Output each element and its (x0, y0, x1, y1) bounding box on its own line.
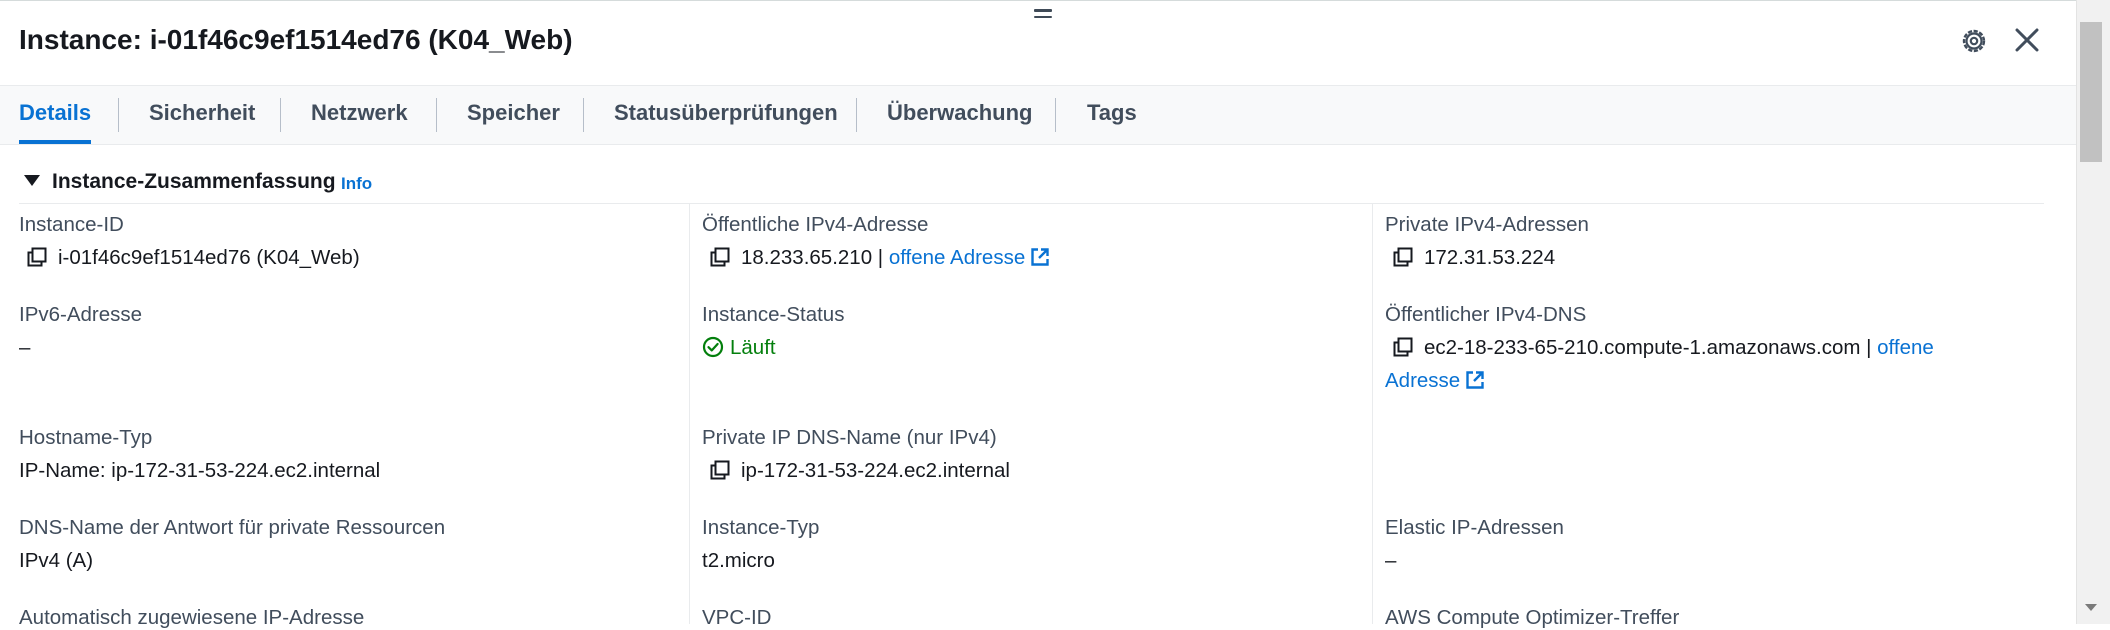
copy-icon[interactable] (709, 459, 731, 481)
tab-divider (1055, 98, 1056, 132)
private-dns-text: ip-172-31-53-224.ec2.internal (741, 459, 1010, 482)
private-ipv4-label: Private IPv4-Adressen (1385, 213, 1589, 236)
tab-bar: Details Sicherheit Netzwerk Speicher Sta… (0, 86, 2076, 145)
close-button[interactable] (2011, 24, 2043, 56)
ipv6-value: – (19, 336, 31, 359)
section-title: Instance-Zusammenfassung (52, 170, 336, 193)
tab-divider (280, 98, 281, 132)
copy-icon[interactable] (1392, 246, 1414, 268)
public-ipv4-label: Öffentliche IPv4-Adresse (702, 213, 929, 236)
instance-type-label: Instance-Typ (702, 516, 820, 539)
instance-id-label: Instance-ID (19, 213, 124, 236)
instance-id-text: i-01f46c9ef1514ed76 (K04_Web) (58, 246, 360, 269)
tab-divider (856, 98, 857, 132)
optimizer-label: AWS Compute Optimizer-Treffer (1385, 606, 1680, 629)
tab-divider (436, 98, 437, 132)
section-header-toggle[interactable]: Instance-Zusammenfassung (24, 170, 336, 194)
copy-icon[interactable] (709, 246, 731, 268)
copy-icon[interactable] (26, 246, 48, 268)
open-address-link[interactable]: offene (1877, 336, 1934, 359)
public-ipv4-value: 18.233.65.210 | offene Adresse (709, 246, 1051, 270)
status-check-icon (702, 336, 724, 357)
public-dns-label: Öffentlicher IPv4-DNS (1385, 303, 1587, 326)
close-icon (2015, 28, 2039, 52)
gear-icon (1962, 29, 1986, 53)
instance-type-value: t2.micro (702, 549, 775, 572)
tab-monitoring[interactable]: Überwachung (887, 86, 1032, 144)
private-ipv4-text: 172.31.53.224 (1424, 246, 1556, 269)
external-link-icon[interactable] (1029, 246, 1051, 268)
elastic-ip-value: – (1385, 549, 1397, 572)
scroll-down-arrow-icon[interactable] (2085, 604, 2097, 611)
tab-statuschecks[interactable]: Statusüberprüfungen (614, 86, 838, 144)
public-ipv4-text: 18.233.65.210 | (741, 246, 884, 269)
tab-netzwerk[interactable]: Netzwerk (311, 86, 408, 144)
public-dns-link-continued: Adresse (1385, 369, 1486, 393)
public-dns-text: ec2-18-233-65-210.compute-1.amazonaws.co… (1424, 336, 1872, 359)
private-dns-value: ip-172-31-53-224.ec2.internal (709, 459, 1010, 483)
instance-status-text: Läuft (730, 336, 776, 359)
hostname-type-label: Hostname-Typ (19, 426, 153, 449)
divider (19, 203, 2044, 204)
instance-status-label: Instance-Status (702, 303, 845, 326)
dns-answer-value: IPv4 (A) (19, 549, 94, 572)
tab-divider (583, 98, 584, 132)
vpc-id-label: VPC-ID (702, 606, 772, 629)
instance-status-value: Läuft (702, 336, 776, 360)
tab-divider (118, 98, 119, 132)
elastic-ip-label: Elastic IP-Adressen (1385, 516, 1564, 539)
info-link[interactable]: Info (341, 174, 372, 194)
tab-speicher[interactable]: Speicher (467, 86, 560, 144)
dns-answer-label: DNS-Name der Antwort für private Ressour… (19, 516, 446, 539)
column-divider (689, 204, 690, 624)
instance-id-value: i-01f46c9ef1514ed76 (K04_Web) (26, 246, 360, 270)
page-title: Instance: i-01f46c9ef1514ed76 (K04_Web) (19, 24, 573, 55)
hostname-type-value: IP-Name: ip-172-31-53-224.ec2.internal (19, 459, 381, 482)
private-dns-label: Private IP DNS-Name (nur IPv4) (702, 426, 997, 449)
external-link-icon[interactable] (1464, 369, 1486, 391)
tab-tags[interactable]: Tags (1087, 86, 1137, 144)
private-ipv4-value: 172.31.53.224 (1392, 246, 1555, 270)
auto-ip-label: Automatisch zugewiesene IP-Adresse (19, 606, 365, 629)
open-address-link[interactable]: offene Adresse (889, 246, 1025, 269)
caret-down-icon (24, 174, 40, 186)
public-dns-value: ec2-18-233-65-210.compute-1.amazonaws.co… (1392, 336, 1934, 360)
settings-button[interactable] (1958, 25, 1990, 57)
tab-sicherheit[interactable]: Sicherheit (149, 86, 255, 144)
tab-details[interactable]: Details (19, 86, 92, 144)
open-address-link[interactable]: Adresse (1385, 369, 1460, 392)
column-divider (1372, 204, 1373, 624)
scrollbar-thumb[interactable] (2080, 22, 2102, 162)
copy-icon[interactable] (1392, 336, 1414, 358)
resize-handle[interactable] (1034, 9, 1052, 19)
ipv6-label: IPv6-Adresse (19, 303, 143, 326)
